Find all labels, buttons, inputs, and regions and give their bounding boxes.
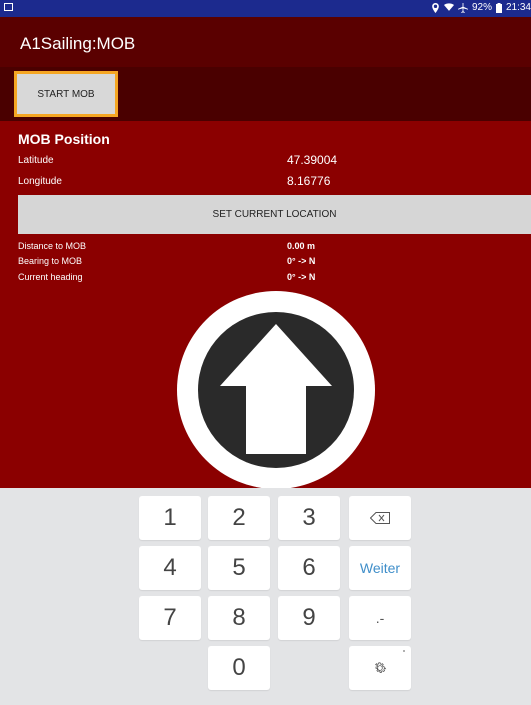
heading-value: 0° -> N [287, 272, 316, 282]
key-7[interactable]: 7 [139, 596, 201, 640]
bearing-value: 0° -> N [287, 256, 316, 266]
key-8[interactable]: 8 [208, 596, 270, 640]
backspace-icon [370, 512, 390, 524]
key-dot-indicator [403, 650, 405, 652]
clock: 21:34 [505, 2, 531, 13]
key-0[interactable]: 0 [208, 646, 270, 690]
bearing-label: Bearing to MOB [18, 256, 83, 266]
gear-icon [375, 662, 387, 673]
key-9[interactable]: 9 [278, 596, 340, 640]
battery-icon [495, 2, 502, 13]
set-current-location-button[interactable]: SET CURRENT LOCATION [18, 195, 531, 234]
heading-label: Current heading [18, 272, 83, 282]
status-icons: 92% 21:34 [431, 2, 531, 13]
latitude-value: 47.39004 [287, 153, 338, 167]
key-3[interactable]: 3 [278, 496, 340, 540]
battery-percent: 92% [471, 2, 492, 13]
wifi-icon [443, 3, 454, 11]
key-4[interactable]: 4 [139, 546, 201, 590]
next-key[interactable]: Weiter [349, 546, 411, 590]
symbols-key[interactable]: .- [349, 596, 411, 640]
status-bar: 92% 21:34 [0, 0, 531, 17]
backspace-key[interactable] [349, 496, 411, 540]
app-bar: A1Sailing:MOB [0, 17, 531, 67]
location-icon [432, 2, 439, 13]
settings-key[interactable] [349, 646, 411, 690]
mob-panel: MOB Position Latitude 47.39004 Longitude… [0, 121, 531, 489]
key-5[interactable]: 5 [208, 546, 270, 590]
key-2[interactable]: 2 [208, 496, 270, 540]
airplane-icon [457, 2, 468, 13]
action-bar: START MOB [0, 67, 531, 121]
distance-value: 0.00 m [287, 241, 316, 251]
start-mob-button[interactable]: START MOB [14, 71, 118, 117]
distance-label: Distance to MOB [18, 241, 87, 251]
key-6[interactable]: 6 [278, 546, 340, 590]
latitude-label: Latitude [18, 155, 54, 166]
direction-arrow-icon [177, 291, 375, 489]
longitude-label: Longitude [18, 176, 62, 187]
numeric-keypad: 1 2 3 4 5 6 Weiter 7 8 9 .- 0 [0, 488, 531, 705]
key-1[interactable]: 1 [139, 496, 201, 540]
app-title: A1Sailing:MOB [20, 34, 136, 53]
section-title: MOB Position [18, 131, 110, 147]
screenshot-icon [4, 3, 13, 11]
longitude-value: 8.16776 [287, 174, 331, 188]
